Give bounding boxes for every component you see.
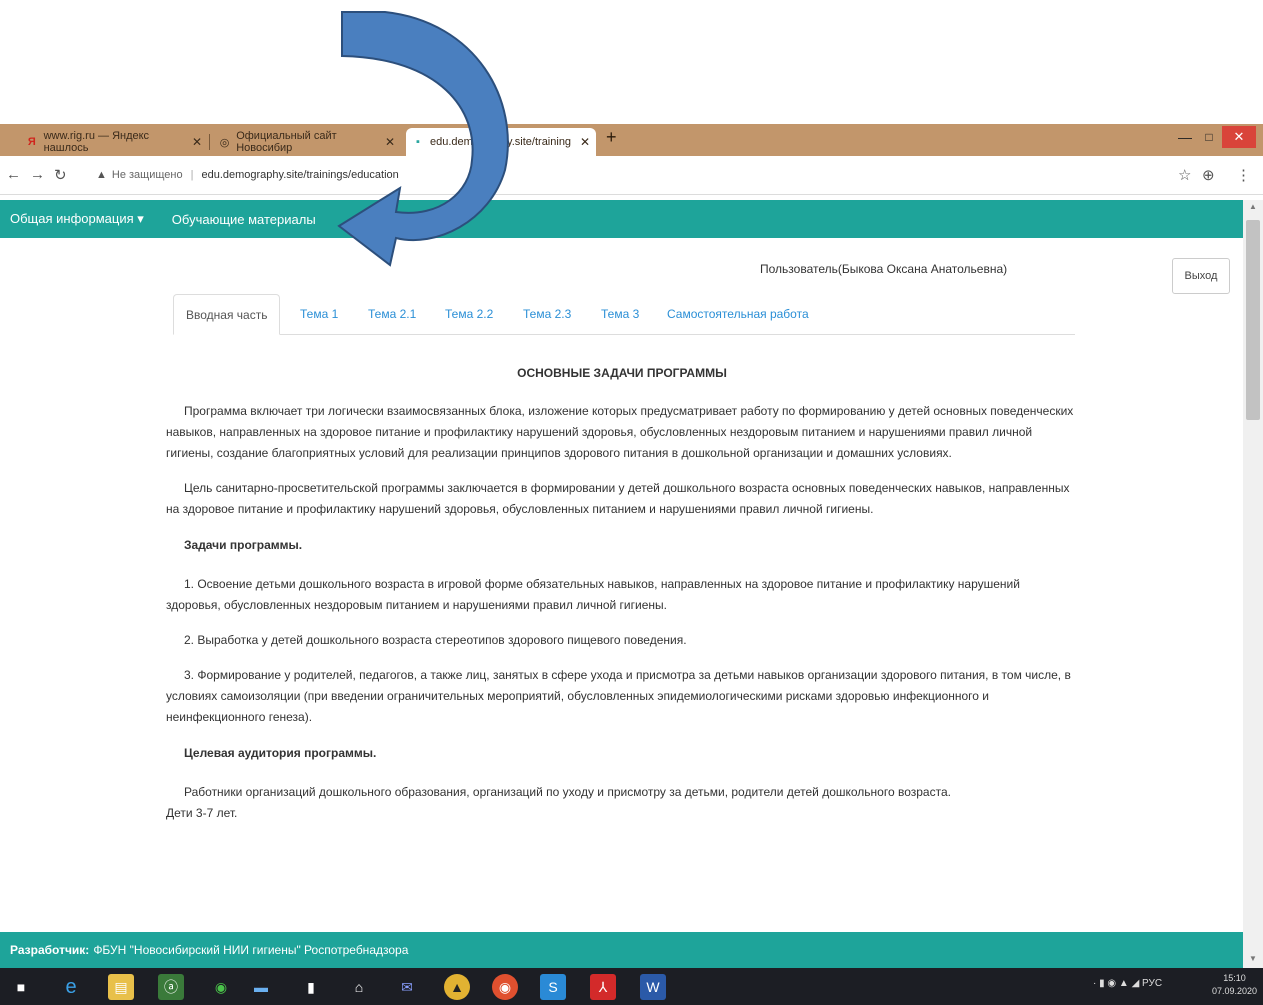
task-item: 1. Освоение детьми дошкольного возраста … <box>166 577 1020 612</box>
task-item: 2. Выработка у детей дошкольного возраст… <box>184 633 687 647</box>
language-indicator[interactable]: РУС <box>1142 978 1162 989</box>
file-explorer-icon[interactable]: ▤ <box>108 974 134 1000</box>
edge-icon[interactable]: e <box>58 974 84 1000</box>
torrent-icon[interactable]: ◉ <box>208 974 234 1000</box>
footer-text: ФБУН "Новосибирский НИИ гигиены" Роспотр… <box>93 943 409 957</box>
paragraph: Программа включает три логически взаимос… <box>166 404 1074 460</box>
user-name: Пользователь(Быкова Оксана Анатольевна) <box>760 262 1008 276</box>
close-window-button[interactable]: ✕ <box>1222 126 1256 148</box>
maximize-button[interactable]: □ <box>1198 126 1220 148</box>
skype-icon[interactable]: S <box>540 974 566 1000</box>
minimize-button[interactable]: — <box>1174 126 1196 148</box>
computer-icon[interactable]: ▬ <box>248 974 274 1000</box>
section-heading: Целевая аудитория программы. <box>184 746 377 760</box>
annotation-arrow <box>337 11 509 267</box>
windows-start-icon[interactable]: ■ <box>8 974 34 1000</box>
pdf-icon[interactable]: ⅄ <box>590 974 616 1000</box>
clock[interactable]: 15:10 07.09.2020 <box>1212 972 1257 998</box>
paragraph: Дети 3-7 лет. <box>166 806 238 820</box>
account-icon[interactable]: ⊕ <box>1202 166 1215 184</box>
mail-icon[interactable]: ✉ <box>394 974 420 1000</box>
content-tabs: Вводная часть Тема 1 Тема 2.1 Тема 2.2 Т… <box>173 294 1075 335</box>
new-tab-button[interactable]: + <box>606 127 617 148</box>
tab-topic-2-2[interactable]: Тема 2.2 <box>445 294 493 334</box>
scrollbar[interactable]: ▲ ▼ <box>1243 200 1263 968</box>
app-icon[interactable]: ▲ <box>444 974 470 1000</box>
star-icon[interactable]: ☆ <box>1178 166 1191 184</box>
scroll-down-icon[interactable]: ▼ <box>1243 954 1263 968</box>
footer-label: Разработчик: <box>10 943 90 957</box>
article-title: ОСНОВНЫЕ ЗАДАЧИ ПРОГРАММЫ <box>517 366 727 380</box>
word-icon[interactable]: W <box>640 974 666 1000</box>
clock-time: 15:10 <box>1223 973 1246 983</box>
article: ОСНОВНЫЕ ЗАДАЧИ ПРОГРАММЫ Программа вклю… <box>166 360 1078 838</box>
logout-button[interactable]: Выход <box>1172 258 1230 294</box>
close-icon[interactable]: ✕ <box>580 135 590 149</box>
chrome-icon[interactable]: ◉ <box>492 974 518 1000</box>
scroll-thumb[interactable] <box>1246 220 1260 420</box>
store-icon[interactable]: ⓐ <box>158 974 184 1000</box>
home-icon[interactable]: ⌂ <box>346 974 372 1000</box>
section-heading: Задачи программы. <box>184 538 303 552</box>
paragraph: Цель санитарно-просветительской программ… <box>166 481 1070 516</box>
tab-intro[interactable]: Вводная часть <box>173 294 281 335</box>
taskbar: ■ e ▤ ⓐ ◉ ▬ ▮ ⌂ ✉ ▲ ◉ S ⅄ W · ▮ ◉ ▲ ◢ РУ… <box>0 968 1263 1005</box>
paragraph: Работники организаций дошкольного образо… <box>184 785 951 799</box>
tab-topic-3[interactable]: Тема 3 <box>601 294 639 334</box>
clock-date: 07.09.2020 <box>1212 986 1258 996</box>
tab-topic-2-3[interactable]: Тема 2.3 <box>523 294 571 334</box>
scroll-up-icon[interactable]: ▲ <box>1243 202 1263 216</box>
system-tray[interactable]: · ▮ ◉ ▲ ◢ РУС <box>1093 978 1162 989</box>
footer: Разработчик: ФБУН "Новосибирский НИИ гиг… <box>0 932 1243 968</box>
task-item: 3. Формирование у родителей, педагогов, … <box>166 668 1071 724</box>
tab-independent-work[interactable]: Самостоятельная работа <box>667 294 809 334</box>
menu-icon[interactable]: ⋮ <box>1236 166 1251 184</box>
document-icon[interactable]: ▮ <box>298 974 324 1000</box>
tab-topic-2-1[interactable]: Тема 2.1 <box>368 294 416 334</box>
tab-topic-1[interactable]: Тема 1 <box>300 294 338 334</box>
